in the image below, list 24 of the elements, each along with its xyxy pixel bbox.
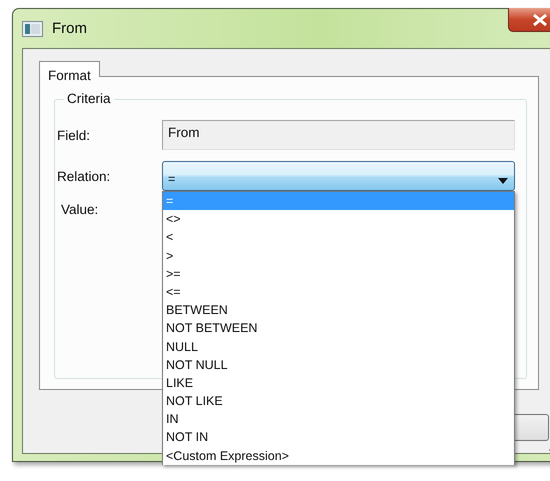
dropdown-option[interactable]: NOT LIKE <box>163 392 514 410</box>
dropdown-option[interactable]: LIKE <box>163 374 514 392</box>
group-title: Criteria <box>64 91 114 106</box>
dropdown-option[interactable]: BETWEEN <box>163 301 514 320</box>
field-label: Value: <box>60 202 100 217</box>
dropdown-option[interactable]: NOT BETWEEN <box>163 319 514 338</box>
dropdown-option[interactable]: IN <box>163 410 514 428</box>
dropdown-option[interactable]: <Custom Expression> <box>163 446 514 465</box>
window-title: From <box>52 20 87 37</box>
dropdown-option[interactable]: NULL <box>163 338 514 356</box>
dropdown-option[interactable]: <= <box>163 282 514 302</box>
readonly-field: From <box>162 120 515 150</box>
dropdown-option[interactable]: NOT IN <box>163 428 514 447</box>
dropdown-option[interactable]: > <box>163 246 514 265</box>
field-label: Relation: <box>57 168 112 184</box>
relation-dropdown[interactable]: = <box>162 161 515 191</box>
close-icon <box>532 14 548 26</box>
dropdown-option[interactable]: < <box>163 228 514 247</box>
dropdown-option[interactable]: NOT NULL <box>163 356 514 374</box>
window-icon <box>22 20 43 36</box>
caret-icon <box>498 178 508 184</box>
field-label: Field: <box>57 128 92 142</box>
dropdown-option[interactable]: <> <box>163 210 514 228</box>
dropdown-option[interactable]: >= <box>163 264 514 283</box>
